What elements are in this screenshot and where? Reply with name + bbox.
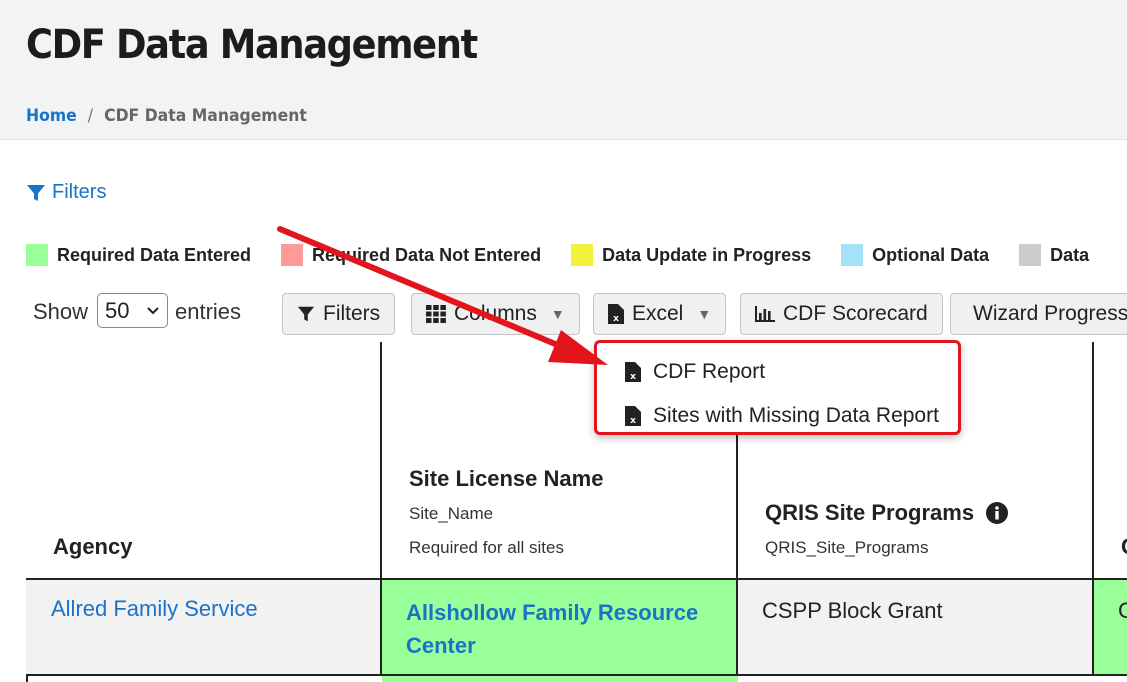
wizard-progress-button-label: Wizard Progress bbox=[973, 302, 1127, 325]
filter-icon bbox=[27, 184, 45, 201]
entries-label: entries bbox=[175, 299, 242, 324]
cdf-scorecard-button-label: CDF Scorecard bbox=[783, 302, 928, 325]
column-title: Site License Name bbox=[409, 466, 604, 491]
excel-file-icon: x bbox=[608, 304, 624, 324]
table-toolbar: Show 50 entries Filters Columns ▼ x Exce… bbox=[0, 292, 1127, 336]
page-header: CDF Data Management Home / CDF Data Manage… bbox=[0, 0, 1127, 140]
filters-link-label: Filters bbox=[52, 181, 107, 203]
show-label: Show bbox=[33, 299, 89, 324]
legend-label: Required Data Entered bbox=[57, 244, 252, 265]
excel-button[interactable]: x Excel ▼ bbox=[593, 293, 727, 335]
agency-link[interactable]: Allred Family Service bbox=[51, 596, 258, 622]
excel-button-label: Excel bbox=[632, 302, 684, 325]
menu-item-cdf-report[interactable]: x CDF Report bbox=[625, 360, 765, 384]
entries-select-value: 50 bbox=[105, 297, 130, 323]
legend-label: Data bbox=[1050, 244, 1090, 265]
breadcrumb-current: CDF Data Management bbox=[104, 106, 307, 126]
excel-dropdown-menu: x CDF Report x Sites with Missing Data R… bbox=[594, 340, 961, 435]
bar-chart-icon bbox=[755, 306, 775, 322]
table-cell-agency: Allred Family Service bbox=[26, 580, 382, 676]
breadcrumb: Home / CDF Data Management bbox=[26, 106, 307, 126]
excel-file-icon: x bbox=[625, 362, 641, 382]
page-title: CDF Data Management bbox=[26, 22, 478, 68]
legend-item: Data Update in Progress bbox=[571, 244, 811, 266]
table-cell-site-name: Allshollow Family Resource Center bbox=[382, 580, 738, 676]
legend-swatch-green bbox=[26, 244, 48, 266]
svg-text:x: x bbox=[630, 372, 636, 382]
menu-item-missing-data-report[interactable]: x Sites with Missing Data Report bbox=[625, 404, 939, 428]
legend-label: Optional Data bbox=[872, 244, 990, 265]
cdf-data-table: Agency Site License Name Site_Name Requi… bbox=[26, 342, 1127, 682]
excel-file-icon: x bbox=[625, 406, 641, 426]
legend-item: Required Data Entered bbox=[26, 244, 251, 266]
legend-swatch-blue bbox=[841, 244, 864, 266]
column-field-name: QRIS_Site_Programs bbox=[765, 538, 929, 557]
table-cell-next: C bbox=[1094, 580, 1127, 676]
chevron-down-icon bbox=[147, 306, 159, 314]
entries-per-page-select[interactable]: 50 bbox=[97, 293, 168, 328]
breadcrumb-separator: / bbox=[87, 106, 94, 126]
svg-text:x: x bbox=[630, 416, 636, 426]
caret-down-icon: ▼ bbox=[550, 306, 565, 322]
column-header-agency[interactable]: Agency bbox=[26, 342, 382, 580]
legend-swatch-red bbox=[281, 244, 304, 266]
filters-button[interactable]: Filters bbox=[282, 293, 396, 335]
column-title: QRIS Site Programs bbox=[765, 500, 975, 525]
legend-swatch-yellow bbox=[571, 244, 594, 266]
columns-button-label: Columns bbox=[454, 302, 537, 325]
status-legend: Required Data Entered Required Data Not … bbox=[26, 244, 1119, 266]
filters-button-label: Filters bbox=[323, 302, 381, 325]
legend-item: Optional Data bbox=[841, 244, 989, 266]
menu-item-label: CDF Report bbox=[653, 360, 766, 383]
qris-programs-value: CSPP Block Grant bbox=[762, 598, 943, 623]
column-title: Agency bbox=[53, 534, 133, 559]
legend-item: Data bbox=[1019, 244, 1089, 266]
wizard-progress-button[interactable]: Wizard Progress bbox=[950, 293, 1127, 335]
next-cell-value: C bbox=[1118, 598, 1127, 623]
legend-label: Data Update in Progress bbox=[602, 244, 812, 265]
caret-down-icon: ▼ bbox=[697, 306, 712, 322]
svg-text:x: x bbox=[613, 314, 619, 324]
info-icon[interactable] bbox=[986, 502, 1009, 524]
column-field-name: Site_Name bbox=[409, 504, 494, 523]
columns-button[interactable]: Columns ▼ bbox=[411, 293, 580, 335]
breadcrumb-home-link[interactable]: Home bbox=[26, 106, 77, 126]
legend-item: Required Data Not Entered bbox=[281, 244, 541, 266]
table-cell-qris-programs: CSPP Block Grant bbox=[738, 580, 1094, 676]
column-note: Required for all sites bbox=[409, 538, 564, 557]
site-name-link[interactable]: Allshollow Family Resource Center bbox=[406, 596, 716, 662]
menu-item-label: Sites with Missing Data Report bbox=[653, 404, 939, 427]
cdf-scorecard-button[interactable]: CDF Scorecard bbox=[740, 293, 943, 335]
column-title: C bbox=[1121, 534, 1127, 560]
filters-toggle-link[interactable]: Filters bbox=[26, 181, 106, 204]
legend-swatch-gray bbox=[1019, 244, 1042, 266]
legend-label: Required Data Not Entered bbox=[312, 244, 542, 265]
table-row-partial bbox=[382, 676, 738, 682]
filter-icon bbox=[297, 306, 315, 322]
column-header-next[interactable]: C bbox=[1094, 342, 1127, 580]
grid-icon bbox=[426, 305, 446, 323]
